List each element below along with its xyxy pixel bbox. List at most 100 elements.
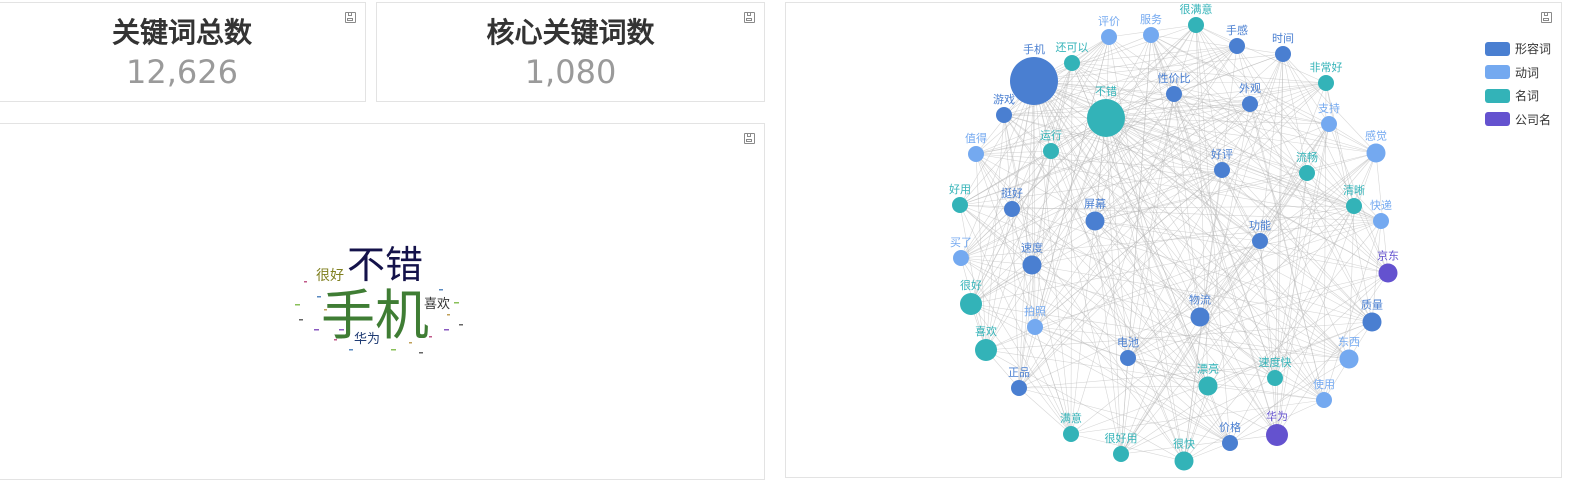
graph-node-label: 使用 bbox=[1313, 378, 1335, 391]
graph-node-清晰[interactable] bbox=[1346, 198, 1362, 214]
graph-node-正品[interactable] bbox=[1011, 380, 1027, 396]
kpi-core-keywords-card: 核心关键词数 1,080 bbox=[376, 2, 765, 102]
keyword-network-graph: 手机不错 评价 服务 很满意手感时间还可以非常好性价比游戏 外观支持值得 运行 感觉拍照 好评… bbox=[949, 2, 1399, 471]
graph-link bbox=[1094, 220, 1201, 318]
graph-node-很满意[interactable] bbox=[1188, 17, 1204, 33]
graph-node-label: 功能 bbox=[1249, 218, 1271, 232]
legend-swatch bbox=[1484, 112, 1510, 127]
graph-node-性价比[interactable] bbox=[1166, 86, 1182, 102]
graph-node-label: 拍照 bbox=[1024, 304, 1046, 318]
graph-node-速度[interactable] bbox=[1022, 255, 1042, 275]
graph-node-很好用[interactable] bbox=[1113, 446, 1129, 462]
graph-node-外观[interactable] bbox=[1242, 96, 1258, 112]
graph-node-label: 好评 bbox=[1211, 147, 1233, 161]
graph-node-物流[interactable] bbox=[1190, 307, 1210, 327]
graph-node-评价[interactable] bbox=[1101, 29, 1117, 45]
graph-node-满意[interactable] bbox=[1063, 426, 1079, 442]
graph-node-速度快[interactable] bbox=[1267, 370, 1283, 386]
graph-node-喜欢[interactable] bbox=[975, 339, 997, 361]
graph-node-label: 游戏 bbox=[993, 93, 1015, 106]
graph-node-快递[interactable] bbox=[1373, 213, 1389, 229]
graph-node-手机[interactable] bbox=[1010, 57, 1058, 105]
graph-node-label: 电池 bbox=[1117, 336, 1139, 349]
graph-node-华为[interactable] bbox=[1266, 424, 1288, 446]
graph-node-label: 非常好 bbox=[1310, 60, 1343, 74]
graph-node-label: 东西 bbox=[1338, 336, 1360, 349]
legend-label: 动词 bbox=[1514, 65, 1539, 80]
legend-label: 形容词 bbox=[1514, 42, 1551, 57]
word-华为: 华为 bbox=[354, 332, 380, 347]
graph-node-label: 快递 bbox=[1370, 198, 1392, 212]
legend-item-noun[interactable]: 名词 bbox=[1484, 84, 1551, 108]
legend-item-adjective[interactable]: 形容词 bbox=[1484, 37, 1551, 61]
graph-node-label: 时间 bbox=[1272, 32, 1294, 45]
word-cloud-speck bbox=[419, 352, 423, 354]
graph-node-很快[interactable] bbox=[1174, 451, 1194, 471]
graph-node-买了[interactable] bbox=[953, 250, 969, 266]
legend-swatch bbox=[1484, 88, 1510, 103]
graph-node-挺好[interactable] bbox=[1004, 201, 1020, 217]
word-cloud-speck bbox=[444, 329, 449, 331]
word-很好: 很好 bbox=[316, 268, 344, 284]
word-cloud-speck bbox=[454, 302, 459, 304]
graph-node-label: 很满意 bbox=[1180, 2, 1213, 16]
graph-node-价格[interactable] bbox=[1222, 435, 1238, 451]
graph-link bbox=[959, 204, 1209, 387]
word-cloud: 手机 不错 很好 喜欢 华为 bbox=[295, 243, 463, 354]
graph-node-label: 很快 bbox=[1173, 437, 1195, 451]
graph-node-拍照[interactable] bbox=[1027, 319, 1043, 335]
graph-node-感觉[interactable] bbox=[1366, 143, 1386, 163]
graph-node-label: 手感 bbox=[1226, 23, 1248, 37]
kpi-total-keywords-title: 关键词总数 bbox=[111, 16, 252, 49]
graph-node-功能[interactable] bbox=[1252, 233, 1268, 249]
graph-node-质量[interactable] bbox=[1362, 312, 1382, 332]
word-cloud-speck bbox=[314, 329, 319, 331]
graph-node-屏幕[interactable] bbox=[1085, 211, 1105, 231]
graph-node-label: 速度快 bbox=[1259, 355, 1292, 369]
word-cloud-speck bbox=[304, 281, 307, 283]
word-cloud-speck bbox=[447, 314, 450, 316]
graph-node-服务[interactable] bbox=[1143, 27, 1159, 43]
graph-node-运行[interactable] bbox=[1043, 143, 1059, 159]
graph-node-电池[interactable] bbox=[1120, 350, 1136, 366]
graph-node-很好[interactable] bbox=[960, 293, 982, 315]
legend-label: 名词 bbox=[1514, 89, 1539, 104]
graph-node-label: 值得 bbox=[965, 132, 987, 145]
graph-node-非常好[interactable] bbox=[1318, 75, 1334, 91]
graph-link bbox=[960, 208, 1013, 259]
kpi-core-keywords-title: 核心关键词数 bbox=[486, 16, 655, 49]
graph-node-游戏[interactable] bbox=[996, 107, 1012, 123]
graph-node-label: 好用 bbox=[949, 182, 971, 196]
graph-node-label: 评价 bbox=[1098, 15, 1120, 28]
graph-link bbox=[1071, 62, 1382, 222]
graph-node-label: 质量 bbox=[1361, 299, 1383, 312]
graph-node-还可以[interactable] bbox=[1064, 55, 1080, 71]
save-icon[interactable] bbox=[1541, 12, 1552, 23]
word-cloud-speck bbox=[299, 319, 303, 321]
graph-node-流畅[interactable] bbox=[1299, 165, 1315, 181]
graph-node-漂亮[interactable] bbox=[1198, 376, 1218, 396]
legend-label: 公司名 bbox=[1514, 112, 1551, 127]
graph-node-使用[interactable] bbox=[1316, 392, 1332, 408]
graph-node-手感[interactable] bbox=[1229, 38, 1245, 54]
graph-link bbox=[1011, 208, 1020, 389]
graph-node-label: 挺好 bbox=[1001, 186, 1023, 200]
graph-link bbox=[1033, 80, 1036, 328]
word-cloud-speck bbox=[439, 289, 443, 291]
graph-node-好用[interactable] bbox=[952, 197, 968, 213]
graph-node-label: 价格 bbox=[1219, 420, 1241, 434]
graph-legend: 形容词 动词 名词 公司名 bbox=[1484, 37, 1551, 132]
graph-node-不错[interactable] bbox=[1087, 99, 1125, 137]
graph-node-时间[interactable] bbox=[1275, 46, 1291, 62]
graph-node-京东[interactable] bbox=[1378, 263, 1398, 283]
legend-item-verb[interactable]: 动词 bbox=[1484, 61, 1551, 85]
word-cloud-speck bbox=[349, 349, 353, 351]
graph-node-值得[interactable] bbox=[968, 146, 984, 162]
graph-node-东西[interactable] bbox=[1339, 349, 1359, 369]
legend-swatch bbox=[1484, 65, 1510, 80]
legend-item-company[interactable]: 公司名 bbox=[1484, 108, 1551, 132]
graph-node-好评[interactable] bbox=[1214, 162, 1230, 178]
word-不错: 不错 bbox=[347, 243, 423, 287]
graph-node-支持[interactable] bbox=[1321, 116, 1337, 132]
word-cloud-speck bbox=[429, 336, 432, 338]
